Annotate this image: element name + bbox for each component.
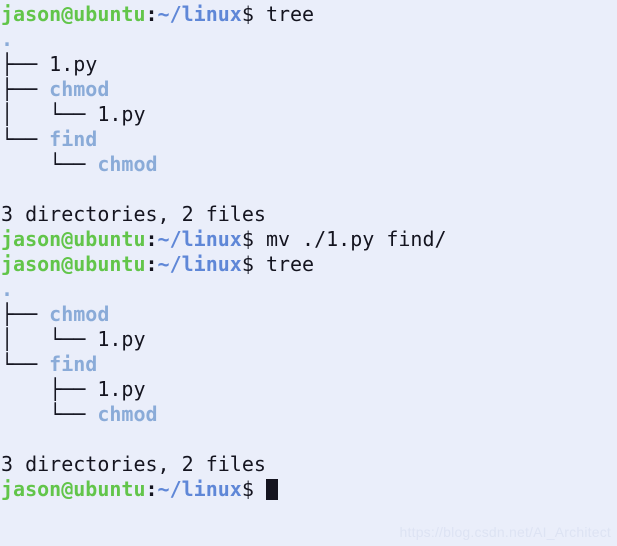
prompt-user-host: jason@ubuntu [1,227,146,251]
terminal-command-text: tree [265,2,315,26]
prompt-separator: : [145,227,158,251]
tree-branch-glyph: └── [1,352,50,376]
tree-directory-row: ├── chmod [1,302,617,327]
tree-root-row: . [1,27,617,52]
prompt-separator: : [145,2,158,26]
tree-file-row: │ └── 1.py [1,102,617,127]
prompt-symbol: $ [241,477,266,501]
tree-entry-name: chmod [97,402,158,426]
prompt-symbol: $ [241,252,266,276]
tree-branch-glyph: └── [1,127,50,151]
terminal-output-line: 3 directories, 2 files [1,202,617,227]
prompt-separator: : [145,477,158,501]
prompt-path: ~/linux [157,2,242,26]
tree-branch-glyph: │ └── [1,102,98,126]
tree-entry-name: . [1,27,14,51]
terminal-output-text: 3 directories, 2 files [1,452,266,476]
prompt-user-host: jason@ubuntu [1,477,146,501]
prompt-path: ~/linux [157,477,242,501]
terminal-output-text: 3 directories, 2 files [1,202,266,226]
prompt-separator: : [145,252,158,276]
terminal-command-text: tree [265,252,315,276]
prompt-symbol: $ [241,227,266,251]
tree-entry-name: 1.py [97,102,146,126]
tree-directory-row: └── find [1,127,617,152]
tree-file-row: │ └── 1.py [1,327,617,352]
tree-entry-name: 1.py [97,327,146,351]
tree-directory-row: ├── chmod [1,77,617,102]
terminal-output-line: 3 directories, 2 files [1,452,617,477]
prompt-symbol: $ [241,2,266,26]
tree-branch-glyph: ├── [1,77,50,101]
tree-file-row: ├── 1.py [1,52,617,77]
tree-entry-name: chmod [97,152,158,176]
prompt-user-host: jason@ubuntu [1,252,146,276]
tree-entry-name: find [49,127,98,151]
tree-entry-name: chmod [49,77,110,101]
tree-branch-glyph: └── [1,152,98,176]
tree-directory-row: └── chmod [1,152,617,177]
tree-entry-name: chmod [49,302,110,326]
terminal-prompt-line: jason@ubuntu:~/linux$ mv ./1.py find/ [1,227,617,252]
tree-branch-glyph: ├── [1,377,98,401]
tree-file-row: ├── 1.py [1,377,617,402]
tree-branch-glyph: ├── [1,302,50,326]
tree-directory-row: └── find [1,352,617,377]
tree-branch-glyph: ├── [1,52,50,76]
tree-root-row: . [1,277,617,302]
prompt-path: ~/linux [157,227,242,251]
watermark-text: https://blog.csdn.net/AI_Architect [399,524,611,540]
tree-entry-name: 1.py [49,52,98,76]
tree-branch-glyph: │ └── [1,327,98,351]
terminal-prompt-line: jason@ubuntu:~/linux$ tree [1,2,617,27]
tree-directory-row: └── chmod [1,402,617,427]
terminal-command-text: mv ./1.py find/ [265,227,447,251]
tree-branch-glyph: └── [1,402,98,426]
prompt-path: ~/linux [157,252,242,276]
tree-entry-name: find [49,352,98,376]
terminal-prompt-line: jason@ubuntu:~/linux$ tree [1,252,617,277]
prompt-user-host: jason@ubuntu [1,2,146,26]
tree-entry-name: . [1,277,14,301]
terminal-output-area: jason@ubuntu:~/linux$ tree. ├── 1.py ├── c… [1,2,617,502]
terminal-window[interactable]: jason@ubuntu:~/linux$ tree. ├── 1.py ├── c… [0,0,617,546]
terminal-prompt-line: jason@ubuntu:~/linux$ [1,477,617,502]
tree-entry-name: 1.py [97,377,146,401]
terminal-cursor [265,479,278,500]
